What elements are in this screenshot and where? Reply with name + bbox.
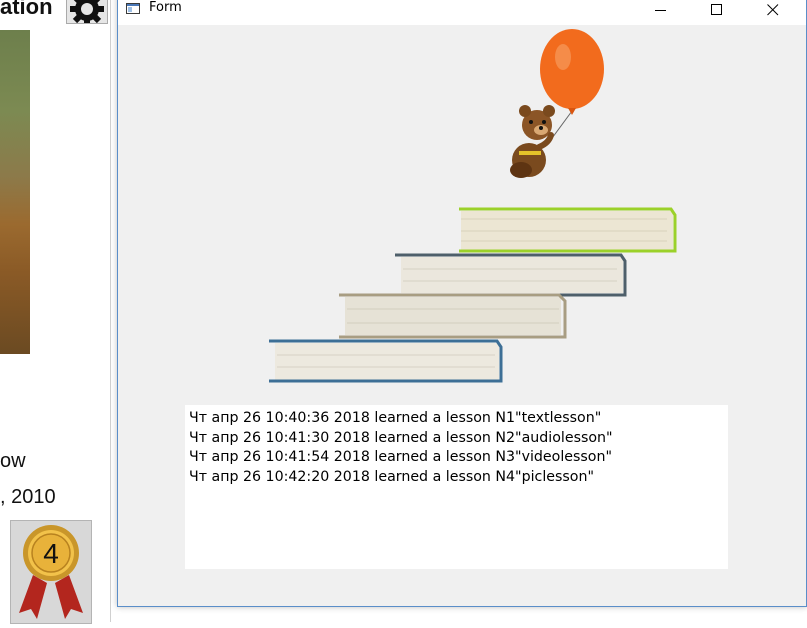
maximize-button[interactable] xyxy=(694,0,740,25)
minimize-button[interactable] xyxy=(638,0,684,25)
divider xyxy=(110,0,111,622)
form-window: Form Чт апр 26 10:40:36 2018 learned a l… xyxy=(117,0,807,607)
log-line: Чт апр 26 10:40:36 2018 learned a lesson… xyxy=(189,410,602,426)
log-line: Чт апр 26 10:42:20 2018 learned a lesson… xyxy=(189,468,594,485)
window-titlebar[interactable]: Form xyxy=(118,0,806,25)
window-title: Form xyxy=(149,0,182,15)
close-button[interactable] xyxy=(750,0,796,25)
lesson-log-textbox[interactable]: Чт апр 26 10:40:36 2018 learned a lesson… xyxy=(185,405,728,569)
background-page-title: ation xyxy=(0,0,53,19)
teddy-bear-with-balloon xyxy=(510,29,604,178)
badge-number: 4 xyxy=(43,538,59,569)
gear-icon[interactable] xyxy=(66,0,108,26)
minimize-icon xyxy=(655,10,666,11)
profile-text-line: ow xyxy=(0,450,26,472)
profile-photo xyxy=(0,30,30,354)
log-line: Чт апр 26 10:41:54 2018 learned a lesson… xyxy=(189,449,612,466)
stacked-books-stairs xyxy=(269,207,677,383)
lesson-scene xyxy=(269,29,677,383)
profile-date-line: , 2010 xyxy=(0,486,56,508)
app-icon xyxy=(126,3,140,14)
award-badge[interactable]: 4 xyxy=(10,520,92,624)
maximize-icon xyxy=(711,4,722,15)
close-icon xyxy=(767,4,779,16)
form-client-area: Чт апр 26 10:40:36 2018 learned a lesson… xyxy=(119,25,805,605)
log-line: Чт апр 26 10:41:30 2018 learned a lesson… xyxy=(189,429,613,446)
